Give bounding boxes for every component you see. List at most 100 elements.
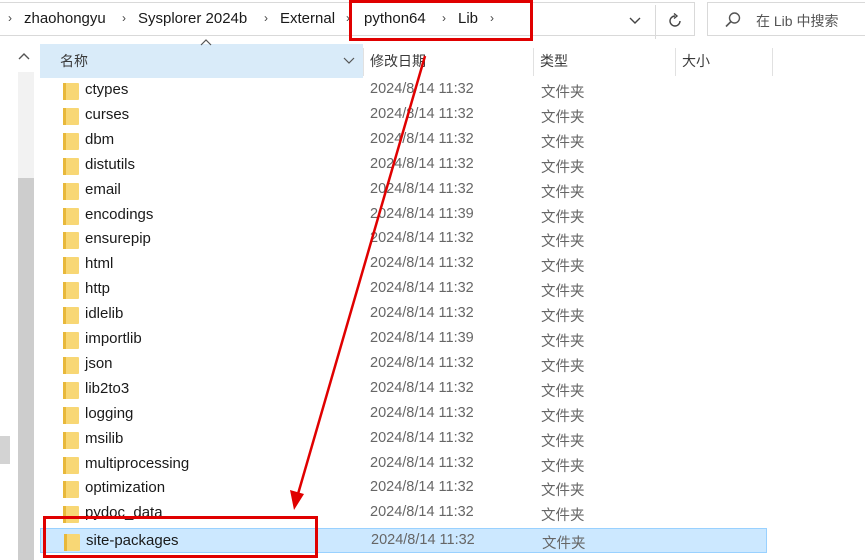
folder-icon bbox=[63, 182, 79, 200]
file-name: http bbox=[85, 280, 111, 298]
chevron-down-icon[interactable] bbox=[343, 54, 355, 68]
table-row[interactable]: idlelib 2024/8/14 11:32 文件夹 bbox=[40, 302, 767, 327]
file-name: curses bbox=[85, 105, 130, 123]
breadcrumb-item-sysplorer[interactable]: Sysplorer 2024b bbox=[138, 10, 247, 27]
annotation-box-site-packages bbox=[43, 516, 318, 558]
table-row[interactable]: logging 2024/8/14 11:32 文件夹 bbox=[40, 402, 767, 427]
column-header-size-label: 大小 bbox=[682, 53, 710, 69]
file-modified-date: 2024/8/14 11:32 bbox=[370, 379, 474, 396]
folder-icon bbox=[63, 332, 79, 349]
table-row[interactable]: lib2to3 2024/8/14 11:32 文件夹 bbox=[40, 377, 767, 402]
table-row[interactable]: json 2024/8/14 11:32 文件夹 bbox=[40, 352, 767, 377]
table-row[interactable]: importlib 2024/8/14 11:39 文件夹 bbox=[40, 327, 767, 352]
folder-icon bbox=[63, 481, 79, 499]
file-type: 文件夹 bbox=[541, 383, 585, 400]
sort-ascending-icon bbox=[200, 38, 212, 49]
breadcrumb-item-zhaohongyu[interactable]: zhaohongyu bbox=[24, 10, 106, 27]
address-bar[interactable]: › zhaohongyu › Sysplorer 2024b › Externa… bbox=[0, 2, 695, 39]
file-modified-date: 2024/8/14 11:32 bbox=[370, 354, 474, 371]
column-divider[interactable] bbox=[772, 48, 773, 76]
table-row[interactable]: ctypes 2024/8/14 11:32 文件夹 bbox=[40, 78, 767, 103]
breadcrumb-separator[interactable]: › bbox=[8, 11, 12, 25]
file-type: 文件夹 bbox=[541, 408, 585, 425]
file-modified-date: 2024/8/14 11:39 bbox=[370, 330, 474, 346]
file-modified-date: 2024/8/14 11:32 bbox=[370, 155, 474, 172]
folder-icon bbox=[63, 232, 79, 250]
file-name: msilib bbox=[85, 429, 124, 447]
file-modified-date: 2024/8/14 11:32 bbox=[370, 105, 474, 122]
file-type: 文件夹 bbox=[541, 309, 585, 326]
file-name: distutils bbox=[85, 155, 136, 173]
column-header-row: 名称 修改日期 类型 大小 bbox=[40, 39, 865, 78]
file-name: json bbox=[85, 354, 113, 372]
file-modified-date: 2024/8/14 11:32 bbox=[371, 532, 475, 549]
file-type: 文件夹 bbox=[541, 209, 585, 226]
file-modified-date: 2024/8/14 11:32 bbox=[370, 479, 474, 496]
file-modified-date: 2024/8/14 11:32 bbox=[370, 305, 474, 322]
column-header-type[interactable]: 类型 bbox=[540, 44, 675, 78]
file-type: 文件夹 bbox=[541, 334, 585, 350]
column-header-type-label: 类型 bbox=[540, 53, 568, 69]
file-type: 文件夹 bbox=[541, 508, 585, 525]
column-divider[interactable] bbox=[363, 48, 364, 76]
column-header-name[interactable]: 名称 bbox=[40, 39, 363, 78]
file-modified-date: 2024/8/14 11:32 bbox=[370, 280, 474, 297]
column-header-size[interactable]: 大小 bbox=[682, 44, 772, 78]
column-header-date-label: 修改日期 bbox=[370, 53, 426, 69]
chevron-down-icon[interactable] bbox=[620, 9, 650, 33]
table-row[interactable]: distutils 2024/8/14 11:32 文件夹 bbox=[40, 153, 767, 178]
table-row[interactable]: http 2024/8/14 11:32 文件夹 bbox=[40, 277, 767, 302]
folder-icon bbox=[63, 107, 79, 125]
file-type: 文件夹 bbox=[541, 358, 585, 375]
scrollbar-thumb[interactable] bbox=[18, 178, 34, 560]
table-row[interactable]: dbm 2024/8/14 11:32 文件夹 bbox=[40, 128, 767, 153]
file-type: 文件夹 bbox=[541, 159, 585, 176]
file-name: importlib bbox=[85, 330, 142, 347]
folder-icon bbox=[63, 132, 79, 150]
refresh-icon[interactable] bbox=[660, 9, 690, 33]
file-name: email bbox=[85, 180, 121, 198]
table-row[interactable]: encodings 2024/8/14 11:39 文件夹 bbox=[40, 203, 767, 228]
table-row[interactable]: html 2024/8/14 11:32 文件夹 bbox=[40, 252, 767, 277]
file-type: 文件夹 bbox=[541, 458, 585, 475]
file-name: idlelib bbox=[85, 305, 124, 323]
folder-icon bbox=[63, 157, 79, 175]
file-modified-date: 2024/8/14 11:32 bbox=[370, 255, 474, 272]
folder-icon bbox=[63, 207, 79, 225]
folder-icon bbox=[63, 282, 79, 300]
scroll-up-icon[interactable] bbox=[18, 52, 30, 63]
table-row[interactable]: msilib 2024/8/14 11:32 文件夹 bbox=[40, 427, 767, 452]
breadcrumb-item-external[interactable]: External bbox=[280, 10, 335, 27]
table-row[interactable]: email 2024/8/14 11:32 文件夹 bbox=[40, 178, 767, 203]
file-type: 文件夹 bbox=[541, 85, 585, 101]
column-header-date[interactable]: 修改日期 bbox=[370, 44, 533, 78]
file-name: optimization bbox=[85, 479, 166, 497]
table-row[interactable]: ensurepip 2024/8/14 11:32 文件夹 bbox=[40, 227, 767, 252]
file-type: 文件夹 bbox=[541, 109, 585, 126]
file-type: 文件夹 bbox=[541, 284, 585, 301]
search-field[interactable]: 在 Lib 中搜索 bbox=[707, 2, 865, 36]
table-row[interactable]: multiprocessing 2024/8/14 11:32 文件夹 bbox=[40, 452, 767, 477]
file-modified-date: 2024/8/14 11:39 bbox=[370, 205, 474, 222]
breadcrumb-separator[interactable]: › bbox=[264, 11, 268, 25]
file-modified-date: 2024/8/14 11:32 bbox=[370, 230, 474, 247]
breadcrumb-separator[interactable]: › bbox=[122, 11, 126, 25]
column-divider[interactable] bbox=[533, 48, 534, 76]
file-modified-date: 2024/8/14 11:32 bbox=[370, 404, 474, 421]
folder-icon bbox=[63, 381, 79, 399]
file-type: 文件夹 bbox=[541, 234, 585, 251]
file-type: 文件夹 bbox=[541, 483, 585, 500]
table-row[interactable]: curses 2024/8/14 11:32 文件夹 bbox=[40, 103, 767, 128]
folder-icon bbox=[63, 356, 79, 374]
file-modified-date: 2024/8/14 11:32 bbox=[370, 180, 474, 197]
file-type: 文件夹 bbox=[541, 259, 585, 276]
annotation-box-path bbox=[349, 0, 533, 41]
file-modified-date: 2024/8/14 11:32 bbox=[370, 81, 474, 97]
column-divider[interactable] bbox=[675, 48, 676, 76]
file-name: ctypes bbox=[85, 81, 129, 98]
file-name: encodings bbox=[85, 205, 154, 223]
table-row[interactable]: optimization 2024/8/14 11:32 文件夹 bbox=[40, 476, 767, 501]
file-list: ctypes 2024/8/14 11:32 文件夹 curses 2024/8/14 … bbox=[40, 78, 865, 560]
folder-icon bbox=[63, 83, 79, 100]
file-type: 文件夹 bbox=[542, 536, 586, 553]
